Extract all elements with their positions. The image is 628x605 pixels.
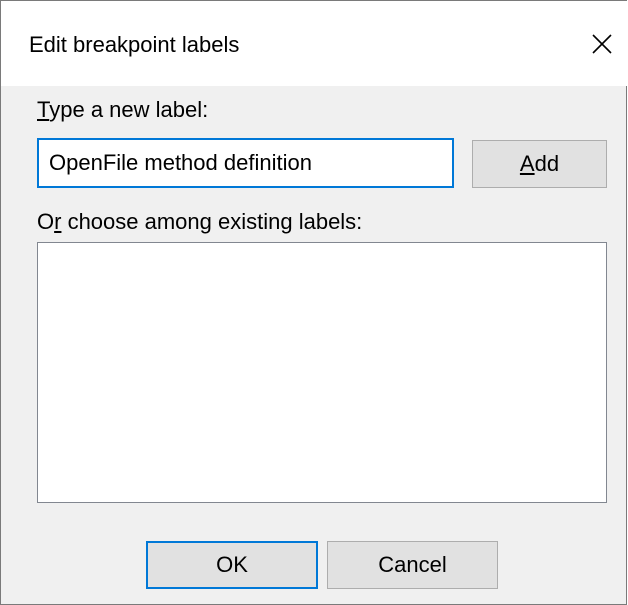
new-label-caption-text: ype a new label: (49, 97, 209, 122)
edit-breakpoint-labels-dialog: Edit breakpoint labels Type a new label:… (0, 0, 627, 605)
existing-labels-caption-text: choose among existing labels: (61, 209, 363, 234)
new-label-caption: Type a new label: (37, 96, 208, 124)
dialog-title: Edit breakpoint labels (29, 32, 240, 57)
cancel-button[interactable]: Cancel (327, 541, 498, 589)
add-button-accelerator: A (519, 151, 535, 176)
add-button[interactable]: Add (472, 140, 607, 188)
close-button[interactable] (581, 22, 623, 66)
new-label-input[interactable] (37, 138, 454, 188)
close-icon (592, 34, 612, 54)
existing-labels-caption: Or choose among existing labels: (37, 208, 362, 236)
title-bar[interactable]: Edit breakpoint labels (1, 1, 627, 86)
existing-labels-caption-prefix: O (37, 209, 55, 234)
add-button-label: dd (534, 151, 560, 176)
existing-labels-listbox[interactable] (37, 242, 607, 503)
ok-button[interactable]: OK (146, 541, 318, 589)
new-label-accelerator: T (37, 97, 50, 122)
